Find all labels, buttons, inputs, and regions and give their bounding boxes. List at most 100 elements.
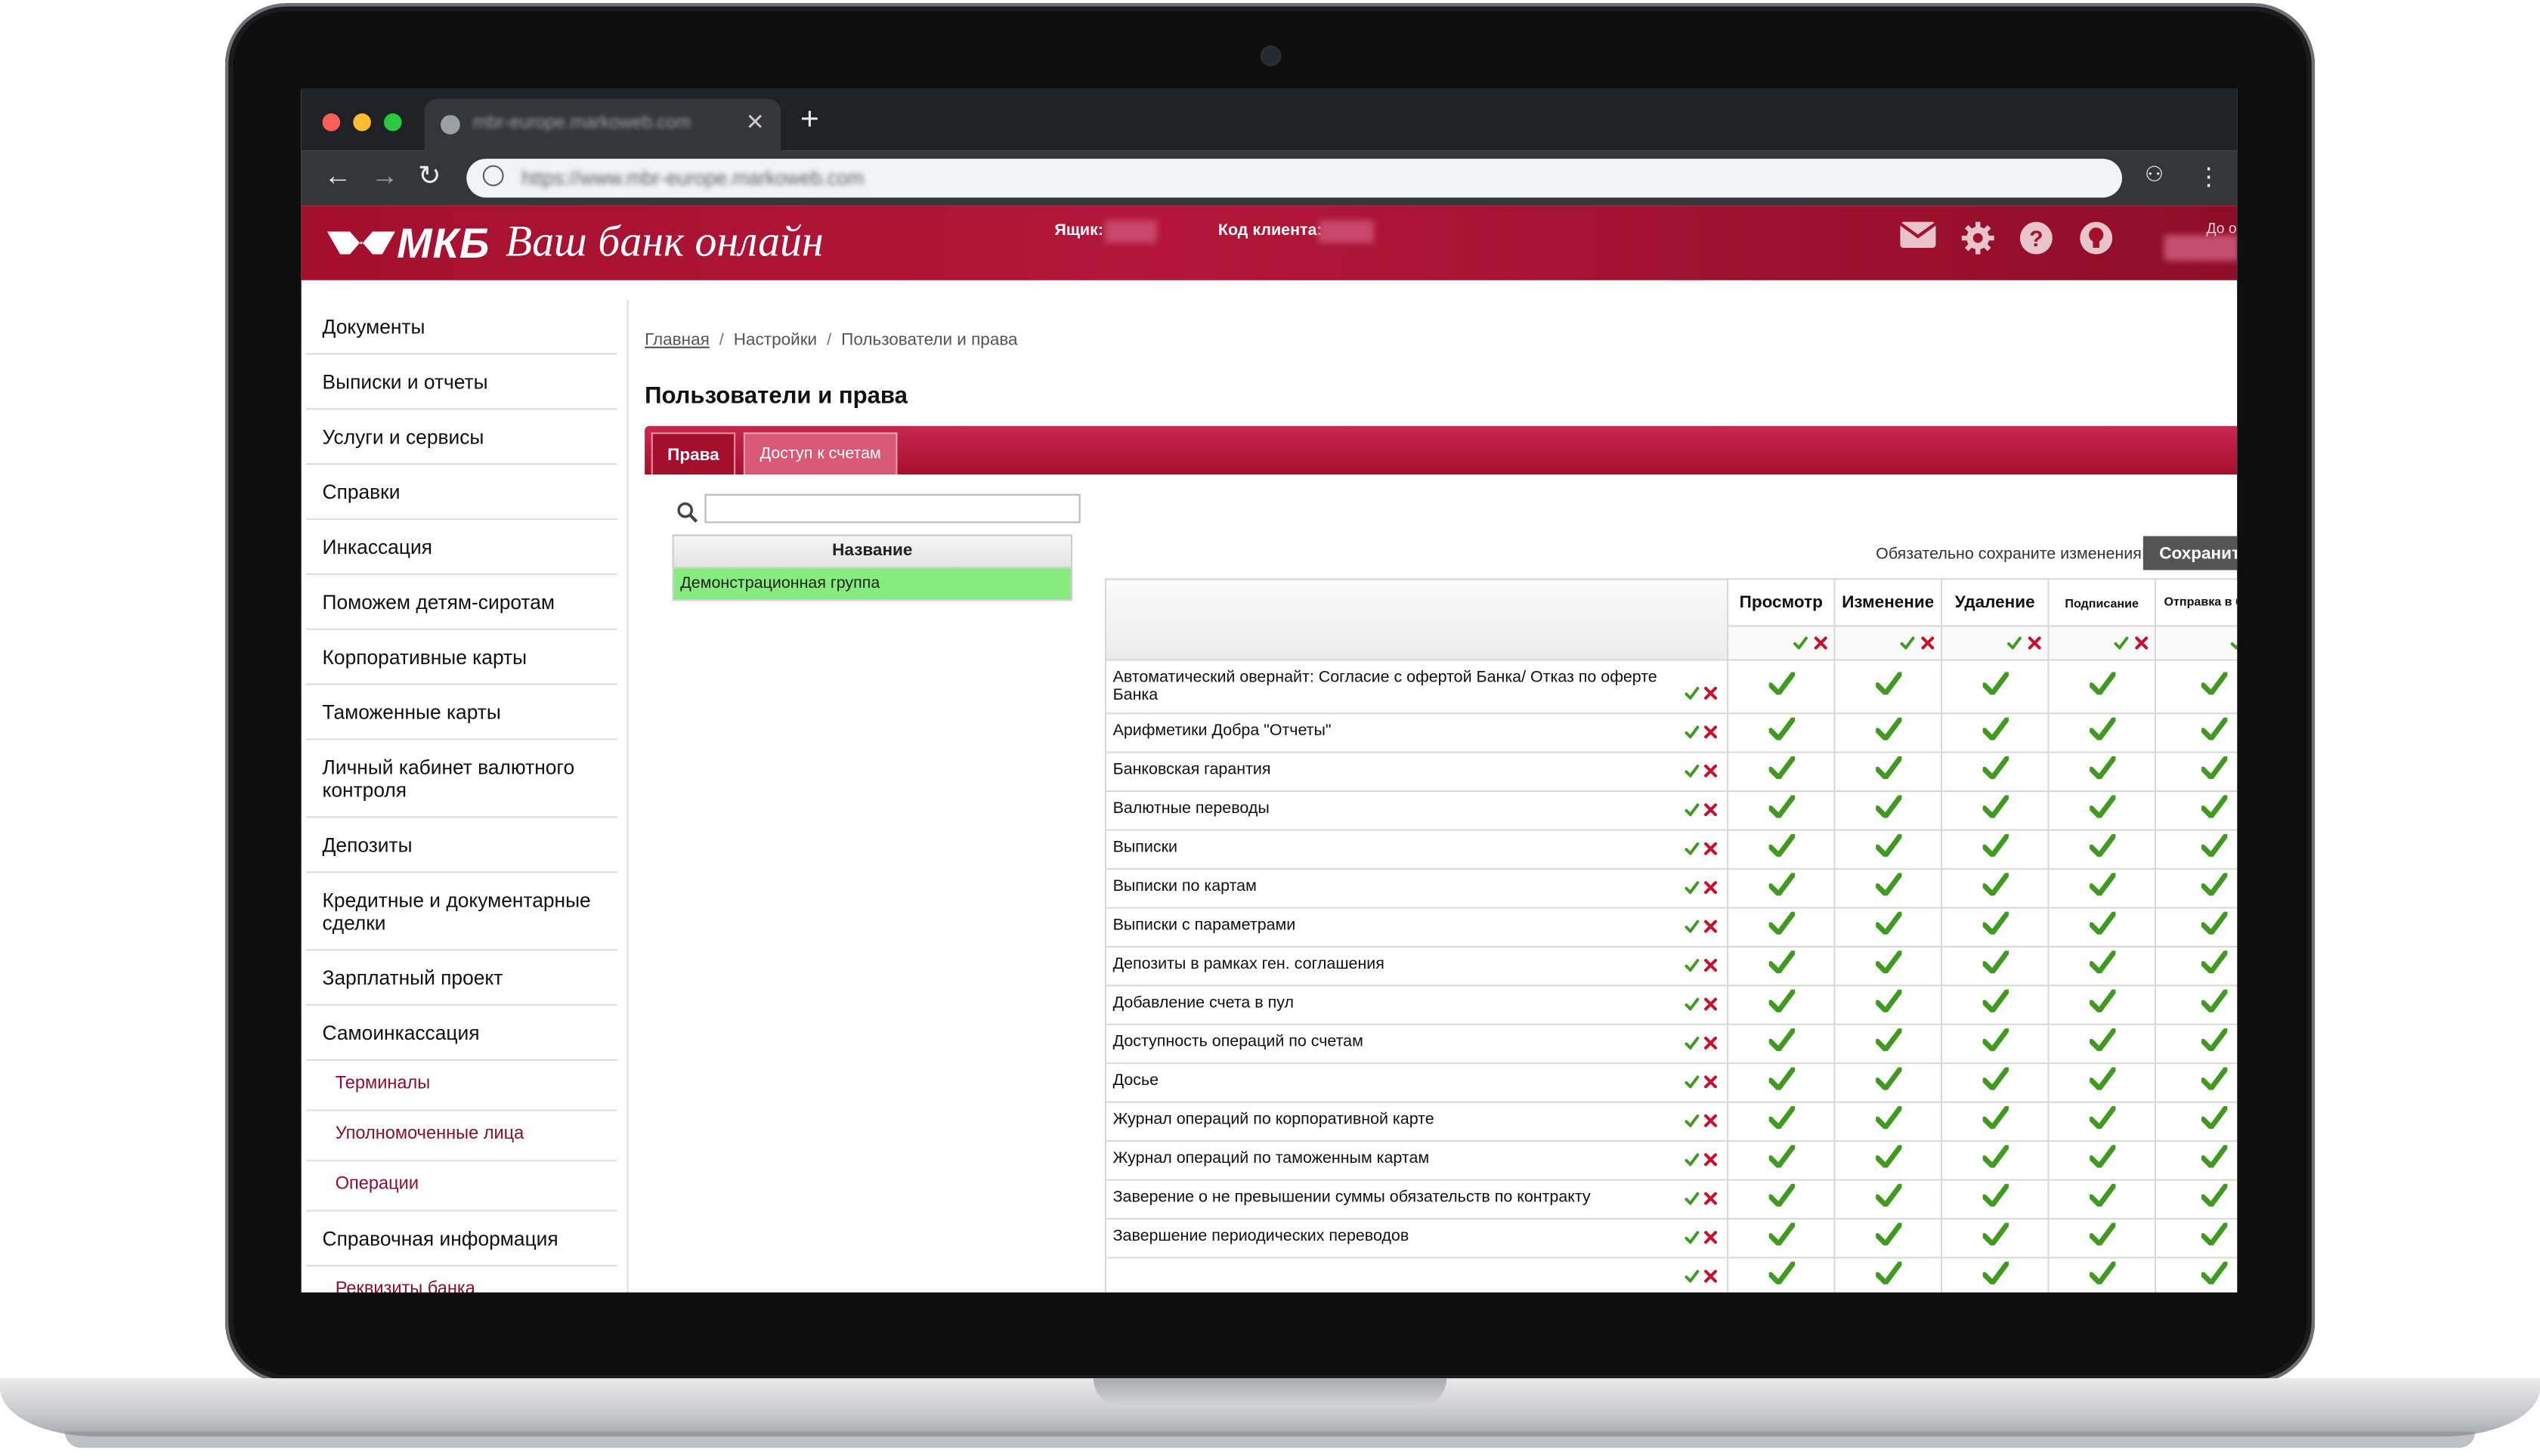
permission-check-icon[interactable] xyxy=(1873,872,1902,904)
permission-check-icon[interactable] xyxy=(2199,1260,2228,1293)
row-check-all-icon[interactable] xyxy=(1685,1192,1700,1210)
sidebar-item[interactable]: Личный кабинет валютного контроля xyxy=(306,740,617,818)
permission-check-icon[interactable] xyxy=(1873,1027,1902,1059)
permission-check-icon[interactable] xyxy=(2199,1182,2228,1215)
permission-check-icon[interactable] xyxy=(2199,833,2228,865)
sidebar-subitem[interactable]: Реквизиты банка xyxy=(306,1266,617,1292)
permission-check-icon[interactable] xyxy=(2199,872,2228,904)
group-search-input[interactable] xyxy=(704,493,1081,524)
permission-check-icon[interactable] xyxy=(1767,833,1796,865)
permission-check-icon[interactable] xyxy=(1873,1182,1902,1215)
permission-check-icon[interactable] xyxy=(1981,949,2009,981)
permission-check-icon[interactable] xyxy=(2199,716,2228,749)
permission-check-icon[interactable] xyxy=(1873,833,1902,865)
permission-check-icon[interactable] xyxy=(1767,1222,1796,1254)
permission-check-icon[interactable] xyxy=(2087,949,2116,981)
permission-check-icon[interactable] xyxy=(2199,910,2228,943)
row-check-all-icon[interactable] xyxy=(1685,725,1700,743)
row-check-all-icon[interactable] xyxy=(1685,1153,1700,1171)
permission-check-icon[interactable] xyxy=(2087,872,2116,904)
permission-check-icon[interactable] xyxy=(1767,988,1796,1021)
permission-check-icon[interactable] xyxy=(1981,1260,2009,1293)
row-uncheck-all-icon[interactable] xyxy=(1704,920,1718,938)
row-check-all-icon[interactable] xyxy=(1685,997,1700,1015)
permission-check-icon[interactable] xyxy=(1981,1066,2009,1099)
row-uncheck-all-icon[interactable] xyxy=(1704,725,1718,743)
sidebar-item[interactable]: Инкассация xyxy=(306,520,617,575)
row-uncheck-all-icon[interactable] xyxy=(1704,1075,1718,1093)
permission-check-icon[interactable] xyxy=(2087,988,2116,1021)
sidebar-subitem[interactable]: Уполномоченные лица xyxy=(306,1111,617,1161)
row-check-all-icon[interactable] xyxy=(1685,958,1700,977)
permission-check-icon[interactable] xyxy=(2087,1066,2116,1099)
permission-check-icon[interactable] xyxy=(1981,872,2009,904)
back-arrow-icon[interactable]: ← xyxy=(324,160,351,193)
row-check-all-icon[interactable] xyxy=(1685,1114,1700,1132)
permission-check-icon[interactable] xyxy=(2087,910,2116,943)
check-all-icon[interactable] xyxy=(1793,628,1807,657)
row-uncheck-all-icon[interactable] xyxy=(1704,764,1718,782)
permission-check-icon[interactable] xyxy=(1767,872,1796,904)
row-uncheck-all-icon[interactable] xyxy=(1704,802,1718,821)
sidebar-item[interactable]: Таможенные карты xyxy=(306,685,617,740)
permission-check-icon[interactable] xyxy=(1981,833,2009,865)
row-check-all-icon[interactable] xyxy=(1685,1230,1700,1249)
tab-account-access[interactable]: Доступ к счетам xyxy=(743,432,898,475)
row-check-all-icon[interactable] xyxy=(1685,803,1700,821)
sidebar-item[interactable]: Кредитные и документарные сделки xyxy=(306,873,617,951)
sidebar-item[interactable]: Справки xyxy=(306,465,617,521)
reload-icon[interactable]: ↻ xyxy=(418,160,441,193)
sidebar-item[interactable]: Зарплатный проект xyxy=(306,951,617,1006)
sidebar-item[interactable]: Поможем детям-сиротам xyxy=(306,575,617,630)
row-check-all-icon[interactable] xyxy=(1685,1036,1700,1055)
help-icon[interactable]: ? xyxy=(2019,221,2054,264)
permission-check-icon[interactable] xyxy=(1981,670,2009,702)
sidebar-item[interactable]: Депозиты xyxy=(306,818,617,873)
permission-check-icon[interactable] xyxy=(1873,949,1902,981)
permission-check-icon[interactable] xyxy=(1767,1144,1796,1176)
permission-check-icon[interactable] xyxy=(2087,755,2116,787)
permission-check-icon[interactable] xyxy=(1873,716,1902,749)
permission-check-icon[interactable] xyxy=(1767,910,1796,943)
row-uncheck-all-icon[interactable] xyxy=(1704,1230,1718,1249)
permission-check-icon[interactable] xyxy=(1767,1260,1796,1293)
row-check-all-icon[interactable] xyxy=(1685,686,1700,705)
permission-check-icon[interactable] xyxy=(1767,1182,1796,1215)
check-all-icon[interactable] xyxy=(1899,628,1914,657)
row-uncheck-all-icon[interactable] xyxy=(1704,1114,1718,1132)
permission-check-icon[interactable] xyxy=(1873,1144,1902,1176)
permission-check-icon[interactable] xyxy=(1767,1066,1796,1099)
permission-check-icon[interactable] xyxy=(1767,949,1796,981)
tab-close-icon[interactable]: ✕ xyxy=(746,109,765,136)
permission-check-icon[interactable] xyxy=(1981,716,2009,749)
uncheck-all-icon[interactable] xyxy=(1921,628,1935,657)
permission-check-icon[interactable] xyxy=(1873,794,1902,826)
permission-check-icon[interactable] xyxy=(1981,1105,2009,1137)
permission-check-icon[interactable] xyxy=(2087,1027,2116,1059)
minimize-window-button[interactable] xyxy=(353,113,371,131)
permission-check-icon[interactable] xyxy=(1873,1105,1902,1137)
row-uncheck-all-icon[interactable] xyxy=(1704,842,1718,860)
permission-check-icon[interactable] xyxy=(1981,1027,2009,1059)
permission-check-icon[interactable] xyxy=(1767,670,1796,702)
sidebar-subitem[interactable]: Операции xyxy=(306,1161,617,1212)
permission-check-icon[interactable] xyxy=(2087,716,2116,749)
sidebar-item[interactable]: Документы xyxy=(306,300,617,355)
sidebar-subitem[interactable]: Терминалы xyxy=(306,1061,617,1111)
close-window-button[interactable] xyxy=(322,113,341,131)
row-uncheck-all-icon[interactable] xyxy=(1704,880,1718,899)
save-button[interactable]: Сохранить xyxy=(2142,536,2238,570)
permission-check-icon[interactable] xyxy=(1767,1105,1796,1137)
permission-check-icon[interactable] xyxy=(1981,988,2009,1021)
sidebar-item[interactable]: Самоинкассация xyxy=(306,1006,617,1061)
permission-check-icon[interactable] xyxy=(2199,1222,2228,1254)
permission-check-icon[interactable] xyxy=(1873,988,1902,1021)
uncheck-all-icon[interactable] xyxy=(2135,628,2149,657)
permission-check-icon[interactable] xyxy=(2199,1027,2228,1059)
group-row-selected[interactable]: Демонстрационная группа xyxy=(673,568,1071,600)
check-all-icon[interactable] xyxy=(2006,628,2021,657)
row-check-all-icon[interactable] xyxy=(1685,764,1700,782)
incognito-icon[interactable]: ⚇ xyxy=(2145,162,2164,187)
permission-check-icon[interactable] xyxy=(1767,794,1796,826)
permission-check-icon[interactable] xyxy=(1873,1222,1902,1254)
